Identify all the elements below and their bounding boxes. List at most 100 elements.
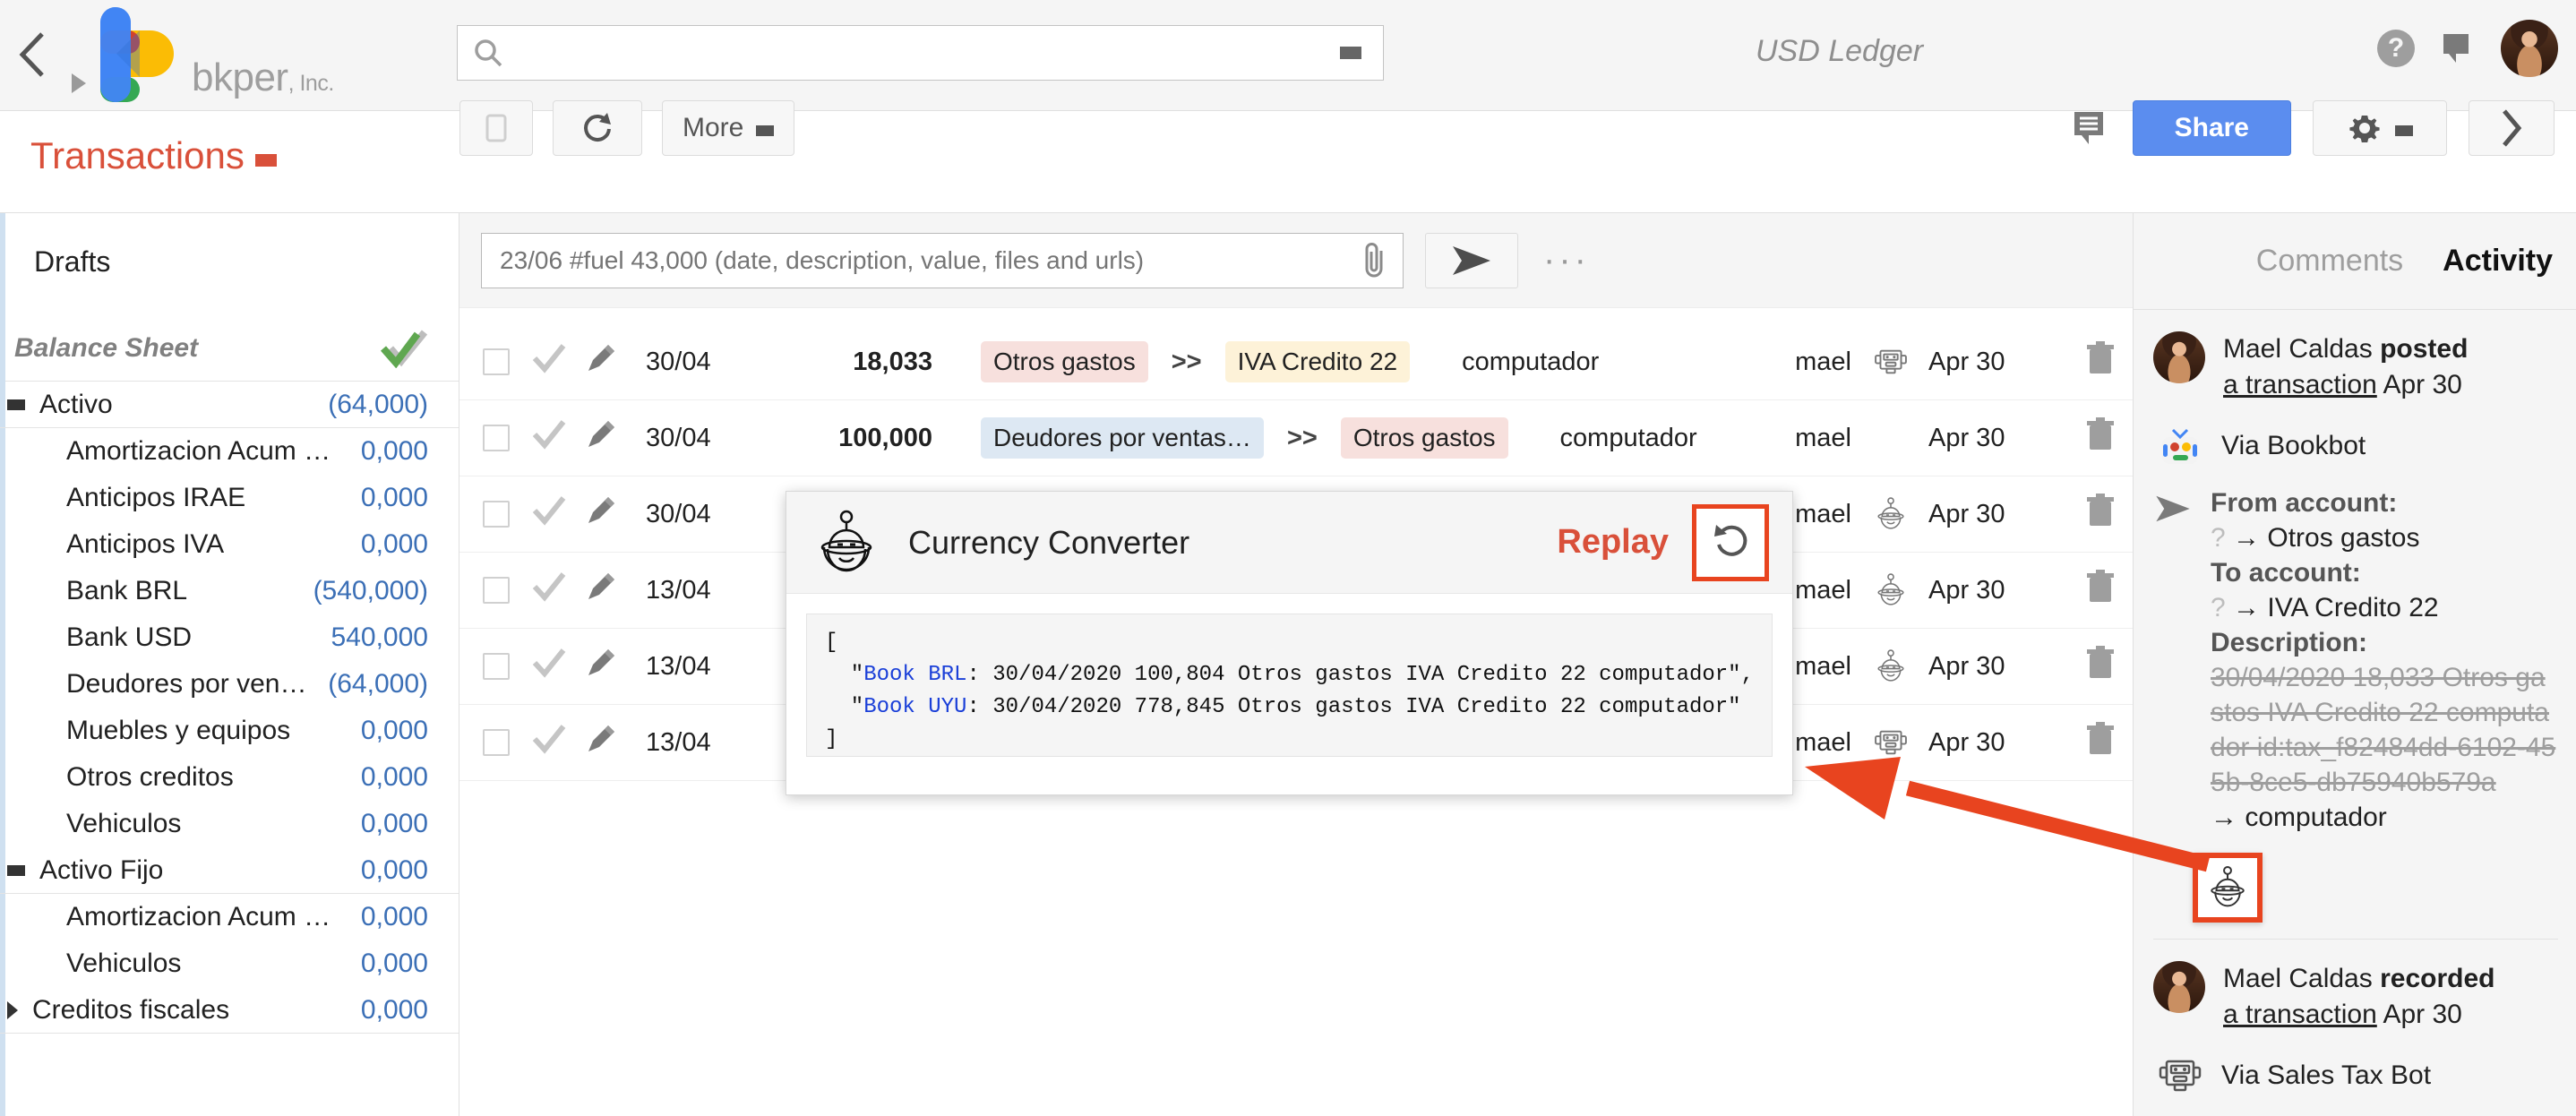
posted-check-icon[interactable] — [531, 571, 567, 609]
bot-icon — [820, 510, 872, 571]
send-icon — [1453, 245, 1490, 275]
search-box[interactable] — [457, 25, 1384, 81]
row-checkbox[interactable] — [483, 729, 510, 756]
delete-icon[interactable] — [2086, 494, 2115, 535]
share-button[interactable]: Share — [2132, 100, 2291, 156]
bookbot-color-icon — [2162, 428, 2198, 464]
sidebar-account-row[interactable]: Amortizacion Acum Vehic… 0,000 — [0, 428, 459, 475]
from-account-arrow: → — [2233, 522, 2261, 553]
replay-button[interactable] — [1692, 503, 1769, 581]
row-checkbox[interactable] — [483, 348, 510, 375]
popup-code-block: [ "Book BRL: 30/04/2020 100,804 Otros ga… — [806, 614, 1773, 757]
settings-button[interactable] — [2313, 100, 2447, 156]
chevron-down-icon — [756, 125, 775, 136]
edit-pencil-icon[interactable] — [585, 342, 617, 382]
edit-pencil-icon[interactable] — [585, 723, 617, 762]
feedback-icon[interactable] — [2438, 29, 2477, 68]
tab-activity[interactable]: Activity — [2443, 244, 2553, 279]
gear-icon — [2349, 116, 2380, 142]
sidebar-account-row[interactable]: Bank BRL (540,000) — [0, 568, 459, 614]
sidebar-account-row[interactable]: Vehiculos 0,000 — [0, 940, 459, 987]
posted-check-icon[interactable] — [531, 648, 567, 685]
search-input[interactable] — [504, 27, 1340, 79]
more-button[interactable]: More — [662, 100, 795, 156]
comment-icon[interactable] — [2070, 107, 2111, 149]
row-checkbox[interactable] — [483, 653, 510, 680]
highlighted-bot-icon[interactable] — [2193, 852, 2263, 923]
row-checkbox[interactable] — [483, 425, 510, 451]
edit-pencil-icon[interactable] — [585, 647, 617, 686]
transaction-overflow-button[interactable]: ··· — [1543, 240, 1590, 280]
edit-pencil-icon[interactable] — [585, 418, 617, 458]
delete-icon[interactable] — [2086, 417, 2115, 459]
select-all-button[interactable] — [459, 100, 533, 156]
account-balance: (64,000) — [328, 669, 428, 699]
replay-label: Replay — [1557, 523, 1669, 561]
code-line-4: ] — [825, 727, 838, 751]
delete-icon[interactable] — [2086, 646, 2115, 687]
to-account-chip[interactable]: IVA Credito 22 — [1224, 341, 1411, 382]
sidebar-account-row[interactable]: Amortizacion Acum Vehic… 0,000 — [0, 894, 459, 940]
sidebar-account-row[interactable]: Bank USD 540,000 — [0, 614, 459, 661]
account-name: Bank BRL — [66, 576, 188, 605]
activity-link[interactable]: a transaction — [2223, 1000, 2377, 1029]
sidebar-account-row[interactable]: Muebles y equipos 0,000 — [0, 708, 459, 754]
help-icon[interactable]: ? — [2377, 30, 2415, 67]
sidebar-item-drafts[interactable]: Drafts — [0, 213, 459, 279]
balance-sheet-title: Balance Sheet — [14, 333, 199, 363]
paperclip-icon[interactable] — [1361, 242, 1388, 279]
popup-title: Currency Converter — [908, 523, 1190, 561]
sidebar-account-row[interactable]: Activo Fijo 0,000 — [0, 847, 459, 894]
chevron-right-icon[interactable] — [7, 1000, 18, 1019]
to-account-label: To account: — [2211, 557, 2361, 588]
sidebar-account-row[interactable]: Anticipos IVA 0,000 — [0, 521, 459, 568]
posted-check-icon[interactable] — [531, 343, 567, 381]
transaction-input-wrap[interactable] — [481, 232, 1404, 288]
sidebar-account-row[interactable]: Anticipos IRAE 0,000 — [0, 475, 459, 521]
sidebar-account-row[interactable]: Activo (64,000) — [0, 382, 459, 428]
from-account-chip[interactable]: Otros gastos — [981, 341, 1148, 382]
delete-icon[interactable] — [2086, 341, 2115, 382]
chevron-down-icon[interactable] — [1340, 47, 1361, 59]
transactions-menu[interactable]: Transactions — [30, 134, 277, 177]
chevron-down-icon[interactable] — [7, 399, 25, 410]
delete-icon[interactable] — [2086, 722, 2115, 763]
to-account-chip[interactable]: Otros gastos — [1340, 417, 1508, 459]
row-checkbox[interactable] — [483, 501, 510, 528]
back-button[interactable] — [9, 29, 56, 81]
send-button[interactable] — [1425, 232, 1518, 288]
activity-entry: Mael Caldas posted a transaction Apr 30 … — [2134, 310, 2576, 940]
from-account-new: Otros gastos — [2267, 522, 2420, 553]
avatar[interactable] — [2501, 20, 2558, 77]
refresh-button[interactable] — [553, 100, 642, 156]
sidebar-account-row[interactable]: Vehiculos 0,000 — [0, 801, 459, 847]
ledger-title: USD Ledger — [1756, 34, 1924, 68]
delete-icon[interactable] — [2086, 570, 2115, 611]
posted-check-icon[interactable] — [531, 495, 567, 533]
table-row[interactable]: 30/04 18,033 Otros gastos >> IVA Credito 22 c… — [459, 324, 2133, 400]
sidebar-account-row[interactable]: Otros creditos 0,000 — [0, 754, 459, 801]
avatar — [2153, 960, 2205, 1013]
sidebar-account-row[interactable]: Deudores por ventas … (64,000) — [0, 661, 459, 708]
brand-logo[interactable]: bkper, Inc. — [72, 5, 334, 104]
from-account-chip[interactable]: Deudores por ventas… — [981, 417, 1264, 459]
transaction-user: mael — [1795, 651, 1851, 681]
transaction-input[interactable] — [482, 234, 1361, 287]
edit-pencil-icon[interactable] — [585, 494, 617, 534]
transaction-user: mael — [1795, 727, 1851, 757]
description-new: → computador — [2211, 802, 2387, 832]
chevron-down-icon[interactable] — [7, 864, 25, 876]
table-row[interactable]: 30/04 100,000 Deudores por ventas… >> Otros … — [459, 400, 2133, 476]
next-page-button[interactable] — [2469, 100, 2555, 156]
row-checkbox[interactable] — [483, 577, 510, 604]
activity-link[interactable]: a transaction — [2223, 370, 2377, 399]
edit-pencil-icon[interactable] — [585, 571, 617, 610]
posted-check-icon[interactable] — [531, 724, 567, 761]
chevron-down-icon — [2395, 125, 2413, 136]
currency-converter-popup: Currency Converter Replay [ "Book BRL: 3… — [786, 491, 1793, 795]
transaction-posted-date: Apr 30 — [1928, 651, 2005, 681]
sidebar-account-row[interactable]: Creditos fiscales 0,000 — [0, 987, 459, 1034]
to-account-new: IVA Credito 22 — [2267, 592, 2439, 622]
tab-comments[interactable]: Comments — [2256, 244, 2403, 279]
posted-check-icon[interactable] — [531, 419, 567, 457]
